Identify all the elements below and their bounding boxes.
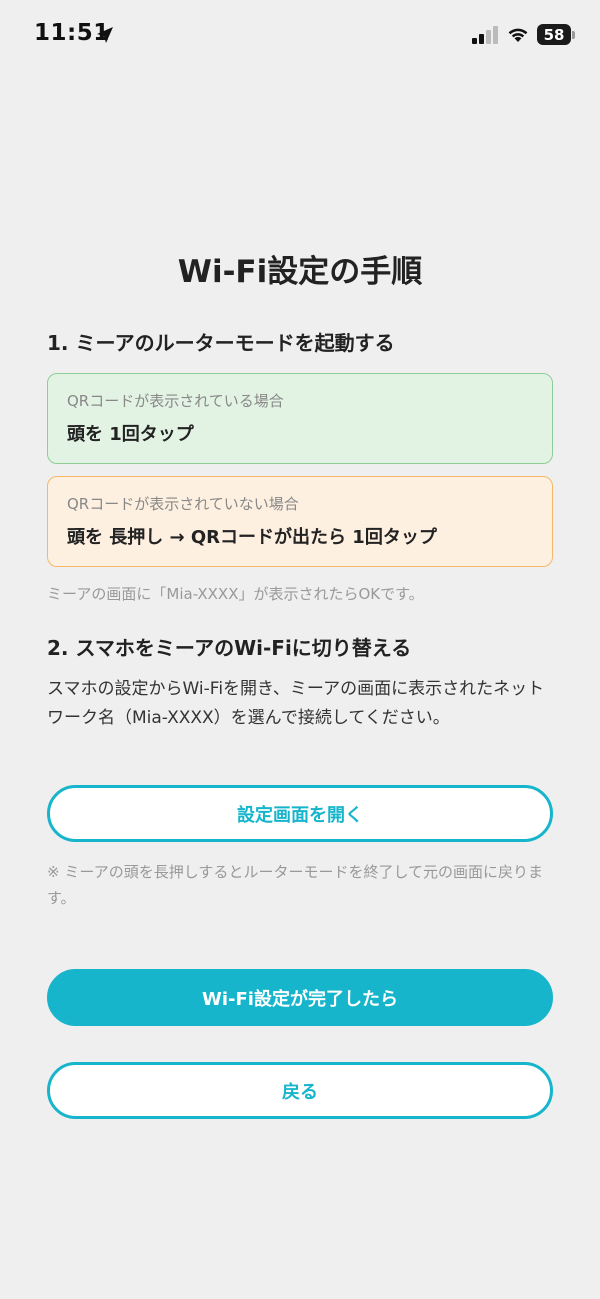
battery-icon: 58 xyxy=(537,24,571,45)
step1-heading: 1. ミーアのルーターモードを起動する xyxy=(47,331,395,355)
step2-note: ※ ミーアの頭を長押しするとルーターモードを終了して元の画面に戻ります。 xyxy=(47,863,543,907)
open-settings-button[interactable]: 設定画面を開く xyxy=(47,785,553,842)
card-qr-not-shown: QRコードが表示されていない場合 頭を 長押し → QRコードが出たら 1回タッ… xyxy=(47,476,553,567)
card-qr-not-shown-action: 頭を 長押し → QRコードが出たら 1回タップ xyxy=(67,527,437,548)
battery-level: 58 xyxy=(543,25,565,44)
status-bar: 11:51 58 xyxy=(0,0,600,72)
step1-note: ミーアの画面に「Mia-XXXX」が表示されたらOKです。 xyxy=(47,585,424,603)
cellular-signal-icon xyxy=(472,26,498,44)
wifi-setup-screen: 11:51 58 Wi-Fi設定の手順 1. ミーアのルーターモードを起動する … xyxy=(0,0,600,1299)
wifi-done-button[interactable]: Wi-Fi設定が完了したら xyxy=(47,969,553,1026)
back-button[interactable]: 戻る xyxy=(47,1062,553,1119)
step2-heading: 2. スマホをミーアのWi-Fiに切り替える xyxy=(47,636,412,660)
step2-description: スマホの設定からWi-Fiを開き、ミーアの画面に表示されたネットワーク名（Mia… xyxy=(47,679,545,728)
page-title: Wi-Fi設定の手順 xyxy=(177,254,423,290)
card-qr-not-shown-condition: QRコードが表示されていない場合 xyxy=(67,495,299,513)
wifi-icon xyxy=(508,28,528,42)
battery-cap xyxy=(572,31,575,39)
location-arrow-icon xyxy=(97,27,113,43)
card-qr-shown-condition: QRコードが表示されている場合 xyxy=(67,392,284,410)
card-qr-shown-action: 頭を 1回タップ xyxy=(67,424,194,445)
card-qr-shown: QRコードが表示されている場合 頭を 1回タップ xyxy=(47,373,553,464)
